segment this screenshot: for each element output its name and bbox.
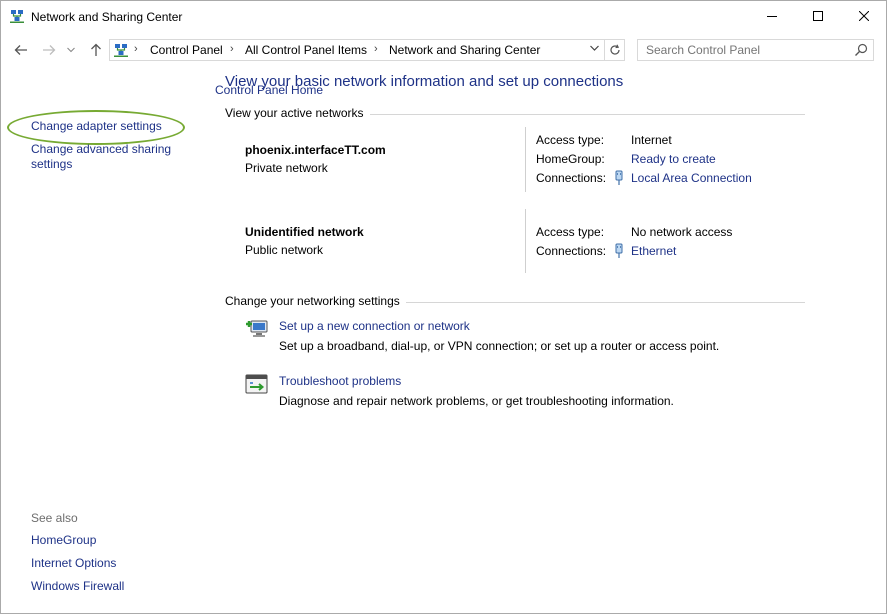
- homegroup-link[interactable]: HomeGroup: [31, 533, 96, 548]
- chevron-down-icon: [67, 47, 75, 53]
- page-title: View your basic network information and …: [225, 73, 624, 90]
- homegroup-ready-link[interactable]: Ready to create: [631, 152, 716, 166]
- back-button[interactable]: [11, 40, 31, 60]
- troubleshoot-link[interactable]: Troubleshoot problems: [279, 374, 401, 388]
- chevron-down-icon: [589, 45, 599, 51]
- troubleshoot-description: Diagnose and repair network problems, or…: [279, 394, 674, 408]
- close-button[interactable]: [841, 1, 886, 31]
- column-divider: [525, 127, 526, 192]
- access-type-label: Access type:: [536, 133, 605, 147]
- section-divider: [395, 302, 805, 303]
- back-arrow-icon: [14, 45, 27, 55]
- network-category-link: Private network: [245, 161, 328, 175]
- navigation-bar: › Control Panel › All Control Panel Item…: [1, 36, 886, 64]
- network-name: phoenix.interfaceTT.com: [245, 143, 386, 157]
- address-history-button[interactable]: [586, 40, 602, 56]
- search-icon[interactable]: [854, 43, 868, 57]
- minimize-button[interactable]: [749, 1, 795, 31]
- breadcrumb-all-items[interactable]: All Control Panel Items: [245, 43, 367, 57]
- main-content: View your basic network information and …: [215, 65, 885, 613]
- forward-button[interactable]: [39, 40, 59, 60]
- change-advanced-sharing-link[interactable]: Change advanced sharing: [31, 142, 171, 157]
- forward-arrow-icon: [43, 45, 56, 55]
- maximize-icon: [813, 11, 823, 21]
- setup-connection-description: Set up a broadband, dial-up, or VPN conn…: [279, 339, 720, 353]
- connections-label: Connections:: [536, 171, 607, 185]
- change-advanced-sharing-link-line2[interactable]: settings: [31, 157, 72, 172]
- window-title: Network and Sharing Center: [31, 10, 183, 24]
- up-arrow-icon: [91, 43, 101, 56]
- connections-label: Connections:: [536, 244, 607, 258]
- minimize-icon: [767, 16, 777, 17]
- address-bar[interactable]: › Control Panel › All Control Panel Item…: [109, 39, 605, 61]
- refresh-icon: [609, 44, 620, 55]
- window: Network and Sharing Center › Control Pan…: [0, 0, 887, 614]
- setup-connection-link[interactable]: Set up a new connection or network: [279, 319, 470, 333]
- column-divider: [525, 209, 526, 273]
- breadcrumb-separator-icon[interactable]: ›: [374, 43, 378, 55]
- ethernet-link[interactable]: Ethernet: [631, 244, 676, 258]
- active-networks-label: View your active networks: [225, 106, 370, 120]
- left-pane: Control Panel Home Change adapter settin…: [1, 65, 323, 613]
- new-connection-icon: [246, 320, 268, 337]
- ethernet-icon: [615, 170, 623, 185]
- change-adapter-settings-link[interactable]: Change adapter settings: [31, 119, 162, 134]
- title-bar: Network and Sharing Center: [1, 1, 886, 33]
- breadcrumb-separator-icon[interactable]: ›: [230, 43, 234, 55]
- refresh-button[interactable]: [605, 39, 625, 61]
- maximize-button[interactable]: [795, 1, 841, 31]
- change-settings-label: Change your networking settings: [225, 294, 406, 308]
- access-type-value: Internet: [631, 133, 672, 147]
- close-icon: [859, 11, 869, 21]
- search-box[interactable]: [637, 39, 874, 61]
- homegroup-label: HomeGroup:: [536, 152, 605, 166]
- control-panel-icon: [114, 44, 128, 57]
- access-type-label: Access type:: [536, 225, 605, 239]
- up-button[interactable]: [86, 40, 106, 60]
- section-divider: [365, 114, 805, 115]
- access-type-value: No network access: [631, 225, 733, 239]
- ethernet-icon: [615, 243, 623, 258]
- network-category-link: Public network: [245, 243, 324, 257]
- recent-locations-button[interactable]: [64, 40, 78, 60]
- see-also-label: See also: [31, 511, 78, 525]
- troubleshoot-icon: [245, 374, 268, 394]
- network-center-icon: [10, 10, 24, 23]
- network-name: Unidentified network: [245, 225, 364, 239]
- internet-options-link[interactable]: Internet Options: [31, 556, 116, 571]
- windows-firewall-link[interactable]: Windows Firewall: [31, 579, 124, 594]
- search-input[interactable]: [638, 40, 848, 60]
- local-area-connection-link[interactable]: Local Area Connection: [631, 171, 752, 185]
- breadcrumb-separator-icon[interactable]: ›: [134, 43, 138, 55]
- breadcrumb-control-panel[interactable]: Control Panel: [150, 43, 223, 57]
- breadcrumb-network-sharing[interactable]: Network and Sharing Center: [389, 43, 540, 57]
